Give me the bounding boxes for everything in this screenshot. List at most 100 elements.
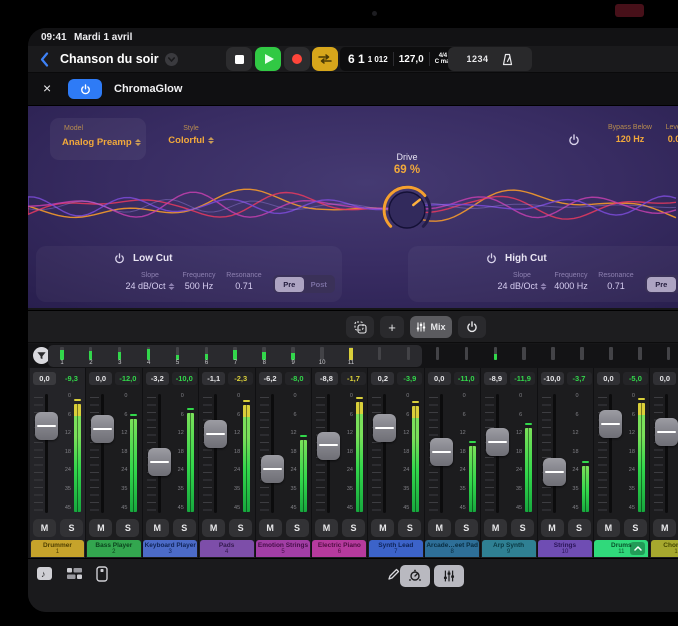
level-value[interactable]: -1,7	[341, 372, 366, 385]
mixer-power-button[interactable]	[458, 316, 486, 338]
record-button[interactable]	[284, 47, 310, 71]
post-button[interactable]: Post	[304, 277, 334, 292]
level-value[interactable]: -11,9	[510, 372, 535, 385]
mute-button[interactable]: M	[315, 519, 338, 537]
pre-button[interactable]: Pre	[275, 277, 305, 292]
close-icon[interactable]: ×	[43, 81, 51, 95]
track-tab[interactable]: Drummer 1	[31, 540, 85, 557]
solo-button[interactable]: S	[286, 519, 309, 537]
solo-button[interactable]: S	[568, 519, 591, 537]
solo-button[interactable]: S	[398, 519, 421, 537]
fader-cap[interactable]	[204, 420, 227, 448]
mute-button[interactable]: M	[202, 519, 225, 537]
stop-button[interactable]	[226, 47, 252, 71]
power-icon[interactable]	[486, 253, 497, 264]
plugin-power-button[interactable]	[68, 79, 102, 99]
cycle-button[interactable]	[312, 47, 338, 71]
chevron-down-icon[interactable]	[165, 53, 178, 66]
track-tab[interactable]: Bass Player 2	[87, 540, 141, 557]
high-cut-slope[interactable]: Slope 24 dB/Oct	[497, 272, 546, 291]
back-chevron-icon[interactable]	[40, 52, 49, 72]
track-tab[interactable]: Synth Lead 7	[369, 540, 423, 557]
low-cut-frequency[interactable]: Frequency 500 Hz	[182, 272, 215, 291]
pan-value[interactable]: -1,1	[202, 372, 225, 385]
pan-value[interactable]: 0,0	[428, 372, 451, 385]
low-cut-slope[interactable]: Slope 24 dB/Oct	[125, 272, 174, 291]
pan-value[interactable]: -10,0	[541, 372, 564, 385]
track-tab[interactable]: Drums 11	[594, 540, 648, 557]
play-surface-button[interactable]	[96, 566, 108, 587]
mute-button[interactable]: M	[653, 519, 676, 537]
play-button[interactable]	[255, 47, 281, 71]
pan-value[interactable]: 0,0	[33, 372, 56, 385]
track-tab[interactable]: Strings 10	[538, 540, 592, 557]
high-cut-resonance[interactable]: Resonance 0.71	[598, 272, 633, 291]
project-title[interactable]: Chanson du soir	[60, 52, 178, 66]
mute-button[interactable]: M	[597, 519, 620, 537]
fader-cap[interactable]	[655, 418, 678, 446]
mixer-view-button[interactable]	[434, 565, 464, 587]
pan-value[interactable]: 0,2	[371, 372, 394, 385]
fader-cap[interactable]	[599, 410, 622, 438]
pan-value[interactable]: 0,0	[597, 372, 620, 385]
solo-button[interactable]: S	[229, 519, 252, 537]
drive-knob[interactable]	[381, 184, 433, 236]
loops-browser-button[interactable]: ♪	[36, 566, 53, 586]
level-value[interactable]: -3,7	[567, 372, 592, 385]
mute-button[interactable]: M	[89, 519, 112, 537]
mute-button[interactable]: M	[484, 519, 507, 537]
low-cut-resonance[interactable]: Resonance 0.71	[226, 272, 261, 291]
level-value[interactable]: -3,9	[397, 372, 422, 385]
level-value[interactable]: -10,0	[172, 372, 197, 385]
bypass-power-button[interactable]	[568, 133, 580, 151]
level-control[interactable]: Level 0.0	[624, 124, 678, 144]
controls-view-button[interactable]	[400, 565, 430, 587]
track-tab[interactable]: Emotion Strings 5	[256, 540, 310, 557]
track-overview-strip[interactable]: 1234567891011	[28, 344, 678, 368]
chevron-up-icon[interactable]	[630, 542, 645, 555]
solo-button[interactable]: S	[116, 519, 139, 537]
mute-button[interactable]: M	[259, 519, 282, 537]
fader-cap[interactable]	[486, 428, 509, 456]
level-value[interactable]: -2,3	[228, 372, 253, 385]
solo-button[interactable]: S	[511, 519, 534, 537]
metronome-icon[interactable]	[501, 53, 514, 66]
high-cut-frequency[interactable]: Frequency 4000 Hz	[554, 272, 588, 291]
mute-button[interactable]: M	[541, 519, 564, 537]
solo-button[interactable]: S	[60, 519, 83, 537]
pan-value[interactable]: 0,0	[89, 372, 112, 385]
solo-button[interactable]: S	[173, 519, 196, 537]
fader-cap[interactable]	[430, 438, 453, 466]
duplicate-button[interactable]	[346, 316, 374, 338]
pan-value[interactable]: -8,9	[484, 372, 507, 385]
pan-value[interactable]: -3,2	[146, 372, 169, 385]
model-selector[interactable]: Model Analog Preamp	[50, 118, 146, 160]
style-selector[interactable]: Style Colorful	[156, 125, 226, 146]
fader-cap[interactable]	[317, 432, 340, 460]
fader-cap[interactable]	[35, 412, 58, 440]
level-value[interactable]: -9,3	[59, 372, 84, 385]
track-tab[interactable]: Chorus V 12	[651, 540, 678, 557]
track-tab[interactable]: Arp Synth 9	[482, 540, 536, 557]
track-tab[interactable]: Arcade…eet Pad 8	[425, 540, 479, 557]
track-tab[interactable]: Electric Piano 6	[312, 540, 366, 557]
level-value[interactable]: -5,0	[623, 372, 648, 385]
pan-value[interactable]: -6,2	[259, 372, 282, 385]
fader-cap[interactable]	[261, 455, 284, 483]
solo-button[interactable]: S	[624, 519, 647, 537]
solo-button[interactable]: S	[342, 519, 365, 537]
track-tab[interactable]: Keyboard Player 3	[143, 540, 197, 557]
level-value[interactable]: -12,0	[115, 372, 140, 385]
mute-button[interactable]: M	[146, 519, 169, 537]
pre-button[interactable]: Pre	[647, 277, 677, 292]
mute-button[interactable]: M	[371, 519, 394, 537]
fader-cap[interactable]	[373, 414, 396, 442]
pan-value[interactable]: 0,0	[653, 372, 676, 385]
fader-cap[interactable]	[91, 415, 114, 443]
add-track-button[interactable]: +	[380, 316, 404, 338]
level-value[interactable]: -8,0	[285, 372, 310, 385]
fader-cap[interactable]	[543, 458, 566, 486]
edit-pencil-button[interactable]	[386, 568, 400, 587]
mix-toggle-button[interactable]: Mix	[410, 316, 452, 338]
mute-button[interactable]: M	[33, 519, 56, 537]
